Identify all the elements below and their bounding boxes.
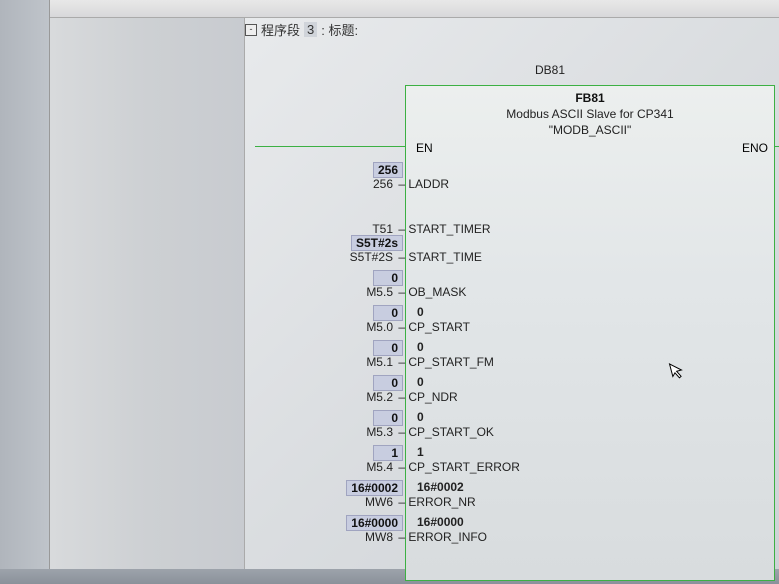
- param-name-label: START_TIMER: [408, 222, 490, 236]
- param-output-value: 0: [413, 305, 433, 319]
- wire-connector: –: [395, 285, 408, 299]
- segment-title-label: : 标题:: [321, 20, 358, 39]
- wire-connector: –: [395, 355, 408, 369]
- collapse-toggle-icon[interactable]: -: [245, 24, 257, 36]
- param-output-value: 0: [413, 375, 433, 389]
- param-name-label: LADDR: [408, 177, 449, 191]
- param-input-symbol[interactable]: T51: [275, 222, 395, 236]
- wire-connector: –: [395, 250, 408, 264]
- param-row[interactable]: M5.1 – CP_START_FM: [275, 355, 775, 369]
- param-input-symbol[interactable]: M5.1: [275, 355, 395, 369]
- param-row[interactable]: M5.3 – CP_START_OK: [275, 425, 775, 439]
- segment-label: 程序段: [261, 20, 300, 39]
- param-output-value: 0: [413, 340, 433, 354]
- param-row[interactable]: M5.4 – CP_START_ERROR: [275, 460, 775, 474]
- window-frame-left: [0, 0, 50, 584]
- param-row[interactable]: M5.0 – CP_START: [275, 320, 775, 334]
- param-input-symbol[interactable]: M5.2: [275, 390, 395, 404]
- param-monitor-value: 0: [275, 410, 403, 426]
- instance-db-label[interactable]: DB81: [535, 63, 565, 77]
- param-name-label: CP_START: [408, 320, 470, 334]
- top-ruler: [50, 0, 779, 18]
- editor-canvas[interactable]: - 程序段 3 : 标题: DB81 FB81 Modbus ASCII Sla…: [245, 18, 779, 569]
- param-row[interactable]: M5.5 – OB_MASK: [275, 285, 775, 299]
- param-input-symbol[interactable]: 256: [275, 177, 395, 191]
- wire-connector: –: [395, 425, 408, 439]
- eno-wire: [775, 146, 779, 147]
- network-segment-header[interactable]: - 程序段 3 : 标题:: [245, 20, 358, 39]
- param-monitor-value: 1: [275, 445, 403, 461]
- en-wire: [255, 146, 405, 147]
- param-row[interactable]: T51 – START_TIMER: [275, 222, 775, 236]
- wire-connector: –: [395, 495, 408, 509]
- param-name-label: CP_NDR: [408, 390, 457, 404]
- param-input-symbol[interactable]: M5.5: [275, 285, 395, 299]
- param-name-label: ERROR_INFO: [408, 530, 487, 544]
- wire-connector: –: [395, 222, 408, 236]
- param-name-label: CP_START_OK: [408, 425, 494, 439]
- param-row[interactable]: MW8 – ERROR_INFO: [275, 530, 775, 544]
- param-input-symbol[interactable]: S5T#2S: [275, 250, 395, 264]
- param-name-label: START_TIME: [408, 250, 482, 264]
- param-monitor-value: S5T#2s: [275, 235, 403, 251]
- param-input-symbol[interactable]: M5.4: [275, 460, 395, 474]
- wire-connector: –: [395, 390, 408, 404]
- param-monitor-value: 0: [275, 305, 403, 321]
- param-row[interactable]: MW6 – ERROR_NR: [275, 495, 775, 509]
- param-output-value: 16#0000: [413, 515, 464, 529]
- param-row[interactable]: 256 – LADDR: [275, 177, 775, 191]
- param-name-label: CP_START_FM: [408, 355, 494, 369]
- param-input-symbol[interactable]: MW8: [275, 530, 395, 544]
- param-output-value: 0: [413, 410, 433, 424]
- param-monitor-value: 0: [275, 270, 403, 286]
- wire-connector: –: [395, 460, 408, 474]
- param-input-symbol[interactable]: M5.0: [275, 320, 395, 334]
- param-name-label: OB_MASK: [408, 285, 466, 299]
- fb-symbol: "MODB_ASCII": [406, 123, 774, 137]
- param-input-symbol[interactable]: MW6: [275, 495, 395, 509]
- param-input-symbol[interactable]: M5.3: [275, 425, 395, 439]
- param-monitor-value: 256: [275, 162, 403, 178]
- param-monitor-value: 16#0002: [275, 480, 403, 496]
- param-name-label: ERROR_NR: [408, 495, 475, 509]
- en-pin: EN: [416, 141, 433, 155]
- eno-pin: ENO: [742, 141, 768, 155]
- fb-description: Modbus ASCII Slave for CP341: [406, 107, 774, 121]
- left-ruler: [50, 18, 245, 569]
- param-output-value: 1: [413, 445, 433, 459]
- param-name-label: CP_START_ERROR: [408, 460, 520, 474]
- param-monitor-value: 16#0000: [275, 515, 403, 531]
- param-monitor-value: 0: [275, 375, 403, 391]
- wire-connector: –: [395, 530, 408, 544]
- segment-number: 3: [304, 22, 317, 37]
- param-monitor-value: 0: [275, 340, 403, 356]
- param-output-value: 16#0002: [413, 480, 464, 494]
- wire-connector: –: [395, 320, 408, 334]
- fb-name: FB81: [406, 91, 774, 105]
- param-row[interactable]: S5T#2S – START_TIME: [275, 250, 775, 264]
- wire-connector: –: [395, 177, 408, 191]
- param-row[interactable]: M5.2 – CP_NDR: [275, 390, 775, 404]
